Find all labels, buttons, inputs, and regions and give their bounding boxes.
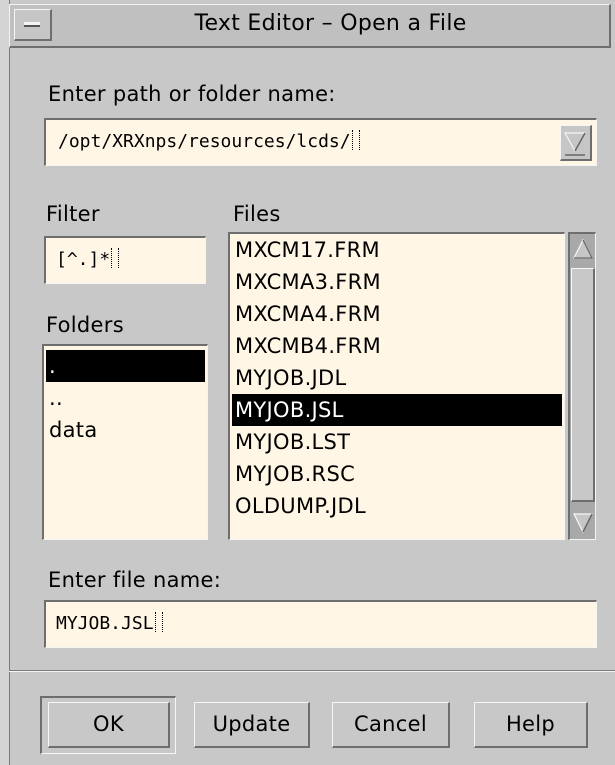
folder-item[interactable]: . (46, 350, 205, 382)
file-item[interactable]: MXCMA4.FRM (232, 298, 562, 330)
file-item[interactable]: MXCMB4.FRM (232, 330, 562, 362)
file-item-selected[interactable]: MYJOB.JSL (232, 394, 562, 426)
help-button[interactable]: Help (474, 702, 588, 748)
filter-input[interactable]: [^.]* (56, 248, 120, 270)
text-caret (154, 612, 163, 632)
text-caret (111, 248, 120, 268)
path-input[interactable]: /opt/XRXnps/resources/lcds/ (58, 130, 360, 152)
files-list[interactable]: MXCM17.FRM MXCMA3.FRM MXCMA4.FRM MXCMB4.… (228, 232, 565, 540)
text-caret (351, 130, 360, 150)
chevron-down-icon[interactable] (560, 125, 592, 161)
folders-label: Folders (46, 313, 124, 337)
window-left-border (0, 0, 10, 765)
file-item[interactable]: MYJOB.RSC (232, 458, 562, 490)
scroll-down-arrow-icon[interactable] (572, 510, 594, 534)
scroll-thumb[interactable] (571, 268, 595, 502)
folders-list[interactable]: . .. data (42, 344, 208, 540)
filter-field[interactable]: [^.]* (44, 236, 206, 284)
files-label: Files (233, 202, 281, 226)
folder-item[interactable]: data (46, 414, 205, 446)
file-item[interactable]: MXCM17.FRM (232, 234, 562, 266)
file-item[interactable]: MYJOB.JDL (232, 362, 562, 394)
scroll-up-arrow-icon[interactable] (572, 238, 594, 260)
files-scrollbar[interactable] (568, 232, 596, 540)
path-label: Enter path or folder name: (48, 82, 336, 106)
separator (9, 670, 615, 672)
path-combobox[interactable]: /opt/XRXnps/resources/lcds/ (44, 118, 597, 166)
filter-label: Filter (46, 202, 100, 226)
filename-input[interactable]: MYJOB.JSL (56, 612, 163, 634)
file-item[interactable]: MYJOB.LST (232, 426, 562, 458)
file-item[interactable]: MXCMA3.FRM (232, 266, 562, 298)
ok-button[interactable]: OK (48, 702, 170, 748)
file-item[interactable]: OLDUMP.JDL (232, 490, 562, 522)
window-menu-icon[interactable] (14, 9, 52, 41)
window-title: Text Editor – Open a File (194, 11, 467, 36)
filename-field[interactable]: MYJOB.JSL (44, 600, 597, 648)
title-bar[interactable]: Text Editor – Open a File (9, 4, 611, 48)
filename-label: Enter file name: (48, 568, 222, 592)
cancel-button[interactable]: Cancel (332, 702, 450, 748)
update-button[interactable]: Update (194, 702, 310, 748)
open-file-dialog: Text Editor – Open a File Enter path or … (0, 0, 615, 765)
folder-item[interactable]: .. (46, 382, 205, 414)
